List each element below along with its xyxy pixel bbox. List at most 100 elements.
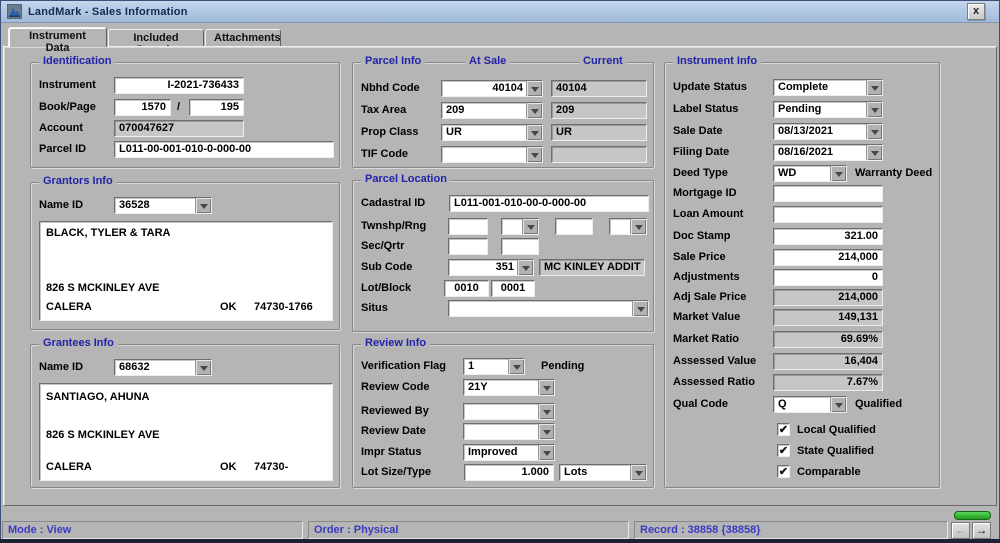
review-code-value: 21Y bbox=[468, 381, 488, 393]
parcel-id-field[interactable]: L011-00-001-010-0-000-00 bbox=[114, 141, 334, 158]
adjustments-field[interactable]: 0 bbox=[773, 269, 883, 286]
instrument-info-group-title: Instrument Info bbox=[673, 55, 762, 67]
prop-class-at-sale-combo[interactable]: UR bbox=[441, 124, 543, 141]
dropdown-arrow-icon[interactable] bbox=[522, 219, 538, 234]
doc-stamp-field[interactable]: 321.00 bbox=[773, 228, 883, 245]
block-field[interactable]: 0001 bbox=[491, 280, 535, 297]
dropdown-arrow-icon[interactable] bbox=[866, 80, 882, 95]
qual-code-combo[interactable]: Q bbox=[773, 396, 847, 413]
dropdown-arrow-icon[interactable] bbox=[830, 166, 846, 181]
grantees-name-id-combo[interactable]: 68632 bbox=[114, 359, 212, 376]
qual-code-description: Qualified bbox=[855, 398, 903, 410]
tif-code-label: TIF Code bbox=[361, 148, 409, 160]
next-record-button[interactable]: → bbox=[972, 522, 991, 539]
book-field[interactable]: 1570 bbox=[114, 99, 171, 116]
twnshp-field-1[interactable] bbox=[448, 218, 488, 235]
grantees-address-box: SANTIAGO, AHUNA 826 S MCKINLEY AVE CALER… bbox=[39, 383, 333, 481]
sale-price-field[interactable]: 214,000 bbox=[773, 249, 883, 266]
sub-code-combo[interactable]: 351 bbox=[448, 259, 534, 276]
tif-code-at-sale-combo[interactable] bbox=[441, 146, 543, 163]
account-field: 070047627 bbox=[114, 120, 244, 137]
twnshp-combo-1[interactable] bbox=[501, 218, 539, 235]
dropdown-arrow-icon[interactable] bbox=[517, 260, 533, 275]
update-status-label: Update Status bbox=[673, 81, 747, 93]
nbhd-code-label: Nbhd Code bbox=[361, 82, 420, 94]
verification-flag-label: Verification Flag bbox=[361, 360, 446, 372]
lot-block-label: Lot/Block bbox=[361, 282, 412, 294]
comparable-label: Comparable bbox=[797, 466, 861, 478]
lot-size-field[interactable]: 1.000 bbox=[464, 464, 554, 481]
verification-flag-combo[interactable]: 1 bbox=[463, 358, 525, 375]
impr-status-label: Impr Status bbox=[361, 446, 422, 458]
grantors-name-id-combo[interactable]: 36528 bbox=[114, 197, 212, 214]
local-qualified-checkbox[interactable] bbox=[777, 423, 790, 436]
page-field[interactable]: 195 bbox=[189, 99, 244, 116]
tif-code-current-field bbox=[551, 146, 647, 163]
sec-field[interactable] bbox=[448, 238, 488, 255]
dropdown-arrow-icon[interactable] bbox=[632, 301, 648, 316]
dropdown-arrow-icon[interactable] bbox=[538, 404, 554, 419]
review-code-combo[interactable]: 21Y bbox=[463, 379, 555, 396]
comparable-checkbox[interactable] bbox=[777, 465, 790, 478]
window-title: LandMark - Sales Information bbox=[28, 5, 188, 18]
tab-attachments[interactable]: Attachments bbox=[205, 29, 281, 47]
situs-value bbox=[449, 301, 632, 316]
label-status-value: Pending bbox=[778, 103, 822, 115]
nbhd-code-at-sale-combo[interactable]: 40104 bbox=[441, 80, 543, 97]
deed-type-description: Warranty Deed bbox=[855, 167, 933, 179]
instrument-field[interactable]: I-2021-736433 bbox=[114, 77, 244, 94]
dropdown-arrow-icon[interactable] bbox=[526, 103, 542, 118]
mortgage-id-field[interactable] bbox=[773, 185, 883, 202]
twnshp-combo-1-value bbox=[502, 219, 522, 234]
qrtr-field[interactable] bbox=[501, 238, 539, 255]
identification-group: Identification Instrument I-2021-736433 … bbox=[30, 55, 340, 168]
situs-combo[interactable] bbox=[448, 300, 649, 317]
impr-status-combo[interactable]: Improved bbox=[463, 444, 555, 461]
assessed-ratio-field: 7.67% bbox=[773, 374, 883, 391]
dropdown-arrow-icon[interactable] bbox=[526, 147, 542, 162]
state-qualified-checkbox[interactable] bbox=[777, 444, 790, 457]
lot-field[interactable]: 0010 bbox=[444, 280, 489, 297]
filing-date-combo[interactable]: 08/16/2021 bbox=[773, 144, 883, 161]
dropdown-arrow-icon[interactable] bbox=[538, 445, 554, 460]
tax-area-at-sale-combo[interactable]: 209 bbox=[441, 102, 543, 119]
lot-type-combo[interactable]: Lots bbox=[559, 464, 647, 481]
grantors-name-id-value: 36528 bbox=[119, 199, 150, 211]
twnshp-field-2[interactable] bbox=[555, 218, 593, 235]
review-date-combo[interactable] bbox=[463, 423, 555, 440]
local-qualified-label: Local Qualified bbox=[797, 424, 876, 436]
tab-instrument-data[interactable]: Instrument Data bbox=[8, 27, 107, 54]
update-status-combo[interactable]: Complete bbox=[773, 79, 883, 96]
grantor-zip: 74730-1766 bbox=[254, 301, 313, 313]
dropdown-arrow-icon[interactable] bbox=[538, 380, 554, 395]
dropdown-arrow-icon[interactable] bbox=[526, 81, 542, 96]
sale-date-combo[interactable]: 08/13/2021 bbox=[773, 123, 883, 140]
dropdown-arrow-icon[interactable] bbox=[630, 219, 646, 234]
situs-label: Situs bbox=[361, 302, 388, 314]
dropdown-arrow-icon[interactable] bbox=[508, 359, 524, 374]
loan-amount-field[interactable] bbox=[773, 206, 883, 223]
review-date-value bbox=[464, 424, 538, 439]
dropdown-arrow-icon[interactable] bbox=[866, 145, 882, 160]
close-button[interactable]: x bbox=[967, 3, 985, 20]
tab-included-parcels[interactable]: Included Parcels bbox=[108, 29, 204, 56]
dropdown-arrow-icon[interactable] bbox=[830, 397, 846, 412]
deed-type-combo[interactable]: WD bbox=[773, 165, 847, 182]
dropdown-arrow-icon[interactable] bbox=[630, 465, 646, 480]
dropdown-arrow-icon[interactable] bbox=[866, 124, 882, 139]
dropdown-arrow-icon[interactable] bbox=[195, 198, 211, 213]
dropdown-arrow-icon[interactable] bbox=[526, 125, 542, 140]
label-status-label: Label Status bbox=[673, 103, 739, 115]
previous-record-button[interactable]: ← bbox=[951, 522, 970, 539]
tax-area-at-sale-value: 209 bbox=[446, 104, 465, 116]
label-status-combo[interactable]: Pending bbox=[773, 101, 883, 118]
dropdown-arrow-icon[interactable] bbox=[866, 102, 882, 117]
market-ratio-field: 69.69% bbox=[773, 331, 883, 348]
tax-area-label: Tax Area bbox=[361, 104, 407, 116]
dropdown-arrow-icon[interactable] bbox=[195, 360, 211, 375]
reviewed-by-combo[interactable] bbox=[463, 403, 555, 420]
cadastral-id-field[interactable]: L011-001-010-00-0-000-00 bbox=[449, 195, 649, 212]
twnshp-combo-2[interactable] bbox=[609, 218, 647, 235]
dropdown-arrow-icon[interactable] bbox=[538, 424, 554, 439]
grantees-group-title: Grantees Info bbox=[39, 337, 118, 349]
